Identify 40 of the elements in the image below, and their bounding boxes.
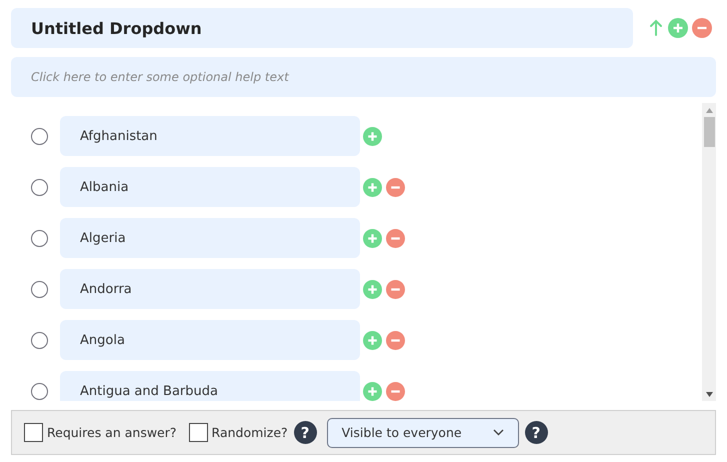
remove-icon[interactable]: [386, 178, 405, 196]
radio-button[interactable]: [31, 332, 48, 348]
visibility-dropdown[interactable]: Visible to everyone: [326, 418, 519, 448]
scroll-up-icon[interactable]: [706, 108, 712, 113]
option-field[interactable]: Algeria: [60, 218, 360, 258]
add-icon[interactable]: [363, 280, 382, 298]
help-icon[interactable]: ?: [294, 421, 317, 444]
scrollbar-thumb[interactable]: [704, 117, 714, 147]
add-icon[interactable]: [363, 126, 382, 146]
checkbox[interactable]: [24, 423, 43, 442]
radio-button[interactable]: [31, 280, 48, 298]
question-title-field[interactable]: Untitled Dropdown: [11, 8, 633, 48]
checkbox-label: Requires an answer?: [47, 425, 177, 440]
scrollbar[interactable]: [702, 103, 716, 401]
option-field[interactable]: Afghanistan: [60, 116, 360, 156]
scroll-down-icon[interactable]: [706, 392, 712, 397]
add-icon[interactable]: [668, 18, 688, 38]
remove-icon[interactable]: [386, 228, 405, 248]
radio-button[interactable]: [31, 382, 48, 400]
add-icon[interactable]: [363, 382, 382, 400]
chevron-down-icon: [492, 429, 504, 436]
remove-icon[interactable]: [386, 382, 405, 400]
remove-icon[interactable]: [386, 330, 405, 350]
remove-icon[interactable]: [386, 280, 405, 298]
checkbox[interactable]: [188, 423, 208, 442]
remove-icon[interactable]: [692, 18, 712, 38]
option-field[interactable]: Albania: [60, 167, 360, 207]
option-field[interactable]: Antigua and Barbuda: [60, 371, 360, 401]
help-text-field[interactable]: Click here to enter some optional help text: [11, 57, 716, 97]
add-icon[interactable]: [363, 178, 382, 196]
checkbox-label: Randomize?: [212, 425, 288, 440]
add-icon[interactable]: [363, 330, 382, 350]
option-field[interactable]: Angola: [60, 320, 360, 360]
add-icon[interactable]: [363, 228, 382, 248]
help-icon[interactable]: ?: [524, 421, 548, 444]
radio-button[interactable]: [31, 178, 48, 196]
option-field[interactable]: Andorra: [60, 269, 360, 309]
radio-button[interactable]: [31, 128, 48, 144]
move-up-icon[interactable]: [649, 19, 663, 37]
radio-button[interactable]: [31, 230, 48, 246]
